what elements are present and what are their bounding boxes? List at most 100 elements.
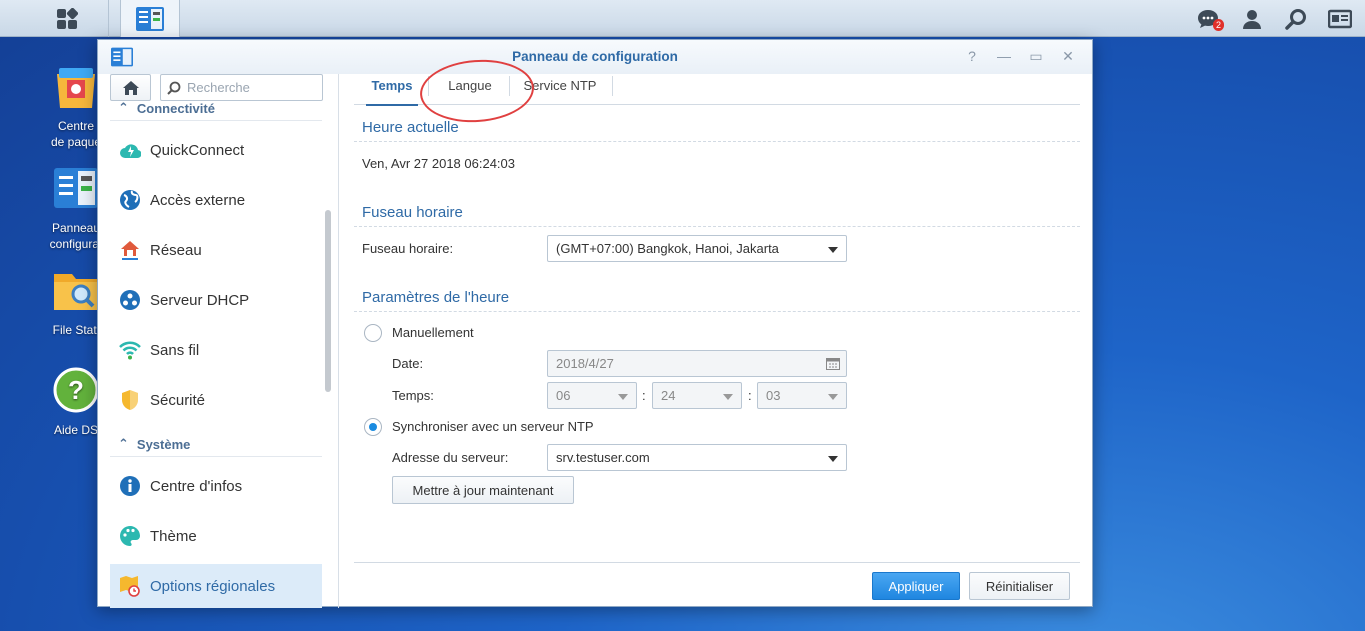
divider [338, 74, 339, 608]
sidebar-item-regional-options[interactable]: Options régionales [110, 564, 322, 608]
second-value: 03 [766, 388, 781, 403]
sidebar-item-theme[interactable]: Thème [110, 514, 322, 558]
time-separator: : [748, 388, 752, 403]
network-house-icon [121, 241, 139, 260]
reset-button[interactable]: Réinitialiser [969, 572, 1070, 600]
sidebar-item-label: Sécurité [150, 391, 206, 409]
search-button[interactable] [1283, 6, 1309, 32]
wifi-icon [119, 341, 141, 360]
time-settings-title: Paramètres de l'heure [362, 289, 510, 306]
sidebar-item-label: Accès externe [150, 191, 246, 209]
home-button[interactable] [110, 74, 151, 101]
palette-icon [120, 526, 140, 546]
date-input[interactable]: 2018/4/27 [547, 350, 847, 377]
file-station-icon [54, 274, 98, 310]
sidebar-item-dhcp[interactable]: Serveur DHCP [110, 278, 322, 322]
section-label: Système [136, 436, 191, 452]
user-button[interactable] [1239, 6, 1265, 32]
hour-select[interactable]: 06 [547, 382, 637, 409]
window-title: Panneau de configuration [512, 49, 678, 64]
sidebar-item-label: Thème [150, 527, 197, 545]
control-panel-icon [54, 168, 98, 208]
server-select[interactable]: srv.testuser.com [547, 444, 847, 471]
divider [354, 226, 1080, 227]
ntp-radio[interactable] [364, 418, 382, 436]
manual-label: Manuellement [392, 325, 474, 340]
taskbar: 2 [0, 0, 1365, 37]
control-panel-window: Panneau de configuration ? — ▭ ✕ Recherc… [97, 39, 1093, 608]
chevron-down-icon [723, 394, 733, 400]
divider [612, 76, 613, 96]
sidebar-item-label: Sans fil [150, 341, 200, 359]
search-field[interactable]: Recherche [160, 74, 323, 101]
current-time-title: Heure actuelle [362, 119, 459, 136]
sidebar-item-label: QuickConnect [150, 141, 245, 159]
divider [354, 141, 1080, 142]
minute-select[interactable]: 24 [652, 382, 742, 409]
timezone-label: Fuseau horaire: [362, 241, 454, 256]
timezone-title: Fuseau horaire [362, 204, 463, 221]
apply-button[interactable]: Appliquer [872, 572, 960, 600]
user-icon [1243, 9, 1261, 29]
taskbar-control-panel-button[interactable] [120, 0, 180, 37]
section-label: Connectivité [136, 100, 215, 116]
apps-grid-icon [56, 7, 78, 29]
svg-text:?: ? [68, 375, 84, 405]
chevron-down-icon [828, 456, 838, 462]
chevron-down-icon [828, 247, 838, 253]
hour-value: 06 [556, 388, 571, 403]
sidebar-item-info-center[interactable]: Centre d'infos [110, 464, 322, 508]
minimize-button[interactable]: — [996, 48, 1012, 64]
calendar-icon[interactable] [826, 358, 840, 370]
sidebar-item-quickconnect[interactable]: QuickConnect [110, 128, 322, 172]
manual-radio[interactable] [364, 324, 382, 342]
minute-value: 24 [661, 388, 676, 403]
sidebar-scrollbar[interactable] [325, 210, 331, 392]
timezone-value: (GMT+07:00) Bangkok, Hanoi, Jakarta [556, 241, 779, 256]
id-card-icon [1328, 9, 1352, 28]
regional-options-icon [120, 576, 140, 597]
maximize-button[interactable]: ▭ [1028, 48, 1044, 64]
quickconnect-icon [120, 144, 141, 159]
shield-icon [122, 390, 138, 410]
tab-temps[interactable]: Temps [366, 74, 418, 106]
divider [354, 311, 1080, 312]
notifications-button[interactable]: 2 [1195, 6, 1224, 32]
section-system[interactable]: ⌃ Système [118, 436, 190, 452]
sidebar-item-label: Centre d'infos [150, 477, 243, 495]
sidebar-item-network[interactable]: Réseau [110, 228, 322, 272]
help-icon: ? [53, 367, 99, 413]
divider [110, 120, 322, 121]
globe-icon [120, 190, 140, 210]
main-menu-button[interactable] [25, 0, 109, 37]
tab-bar: Temps Langue Service NTP [354, 56, 1080, 126]
server-value: srv.testuser.com [556, 450, 650, 465]
widgets-button[interactable] [1327, 6, 1353, 32]
sidebar-item-wireless[interactable]: Sans fil [110, 328, 322, 372]
chevron-down-icon [618, 394, 628, 400]
chevron-up-icon: ⌃ [118, 100, 129, 115]
timezone-select[interactable]: (GMT+07:00) Bangkok, Hanoi, Jakarta [547, 235, 847, 262]
search-icon [167, 81, 181, 95]
update-now-button[interactable]: Mettre à jour maintenant [392, 476, 574, 504]
divider [110, 456, 322, 457]
divider [354, 562, 1080, 563]
server-label: Adresse du serveur: [392, 450, 509, 465]
search-placeholder: Recherche [187, 80, 250, 95]
chevron-up-icon: ⌃ [118, 436, 129, 451]
close-button[interactable]: ✕ [1060, 48, 1076, 64]
dhcp-icon [120, 290, 140, 310]
sidebar-item-label: Options régionales [150, 577, 276, 595]
sidebar-item-security[interactable]: Sécurité [110, 378, 322, 422]
chevron-down-icon [828, 394, 838, 400]
sidebar-item-label: Serveur DHCP [150, 291, 250, 309]
sidebar: Recherche ⌃ Connectivité QuickConnect Ac… [110, 74, 324, 608]
sidebar-item-external-access[interactable]: Accès externe [110, 178, 322, 222]
time-label: Temps: [392, 388, 434, 403]
help-button[interactable]: ? [964, 48, 980, 64]
time-separator: : [642, 388, 646, 403]
window-titlebar[interactable]: Panneau de configuration ? — ▭ ✕ [98, 40, 1092, 74]
home-icon [122, 80, 139, 95]
second-select[interactable]: 03 [757, 382, 847, 409]
section-connectivity[interactable]: ⌃ Connectivité [118, 100, 215, 116]
